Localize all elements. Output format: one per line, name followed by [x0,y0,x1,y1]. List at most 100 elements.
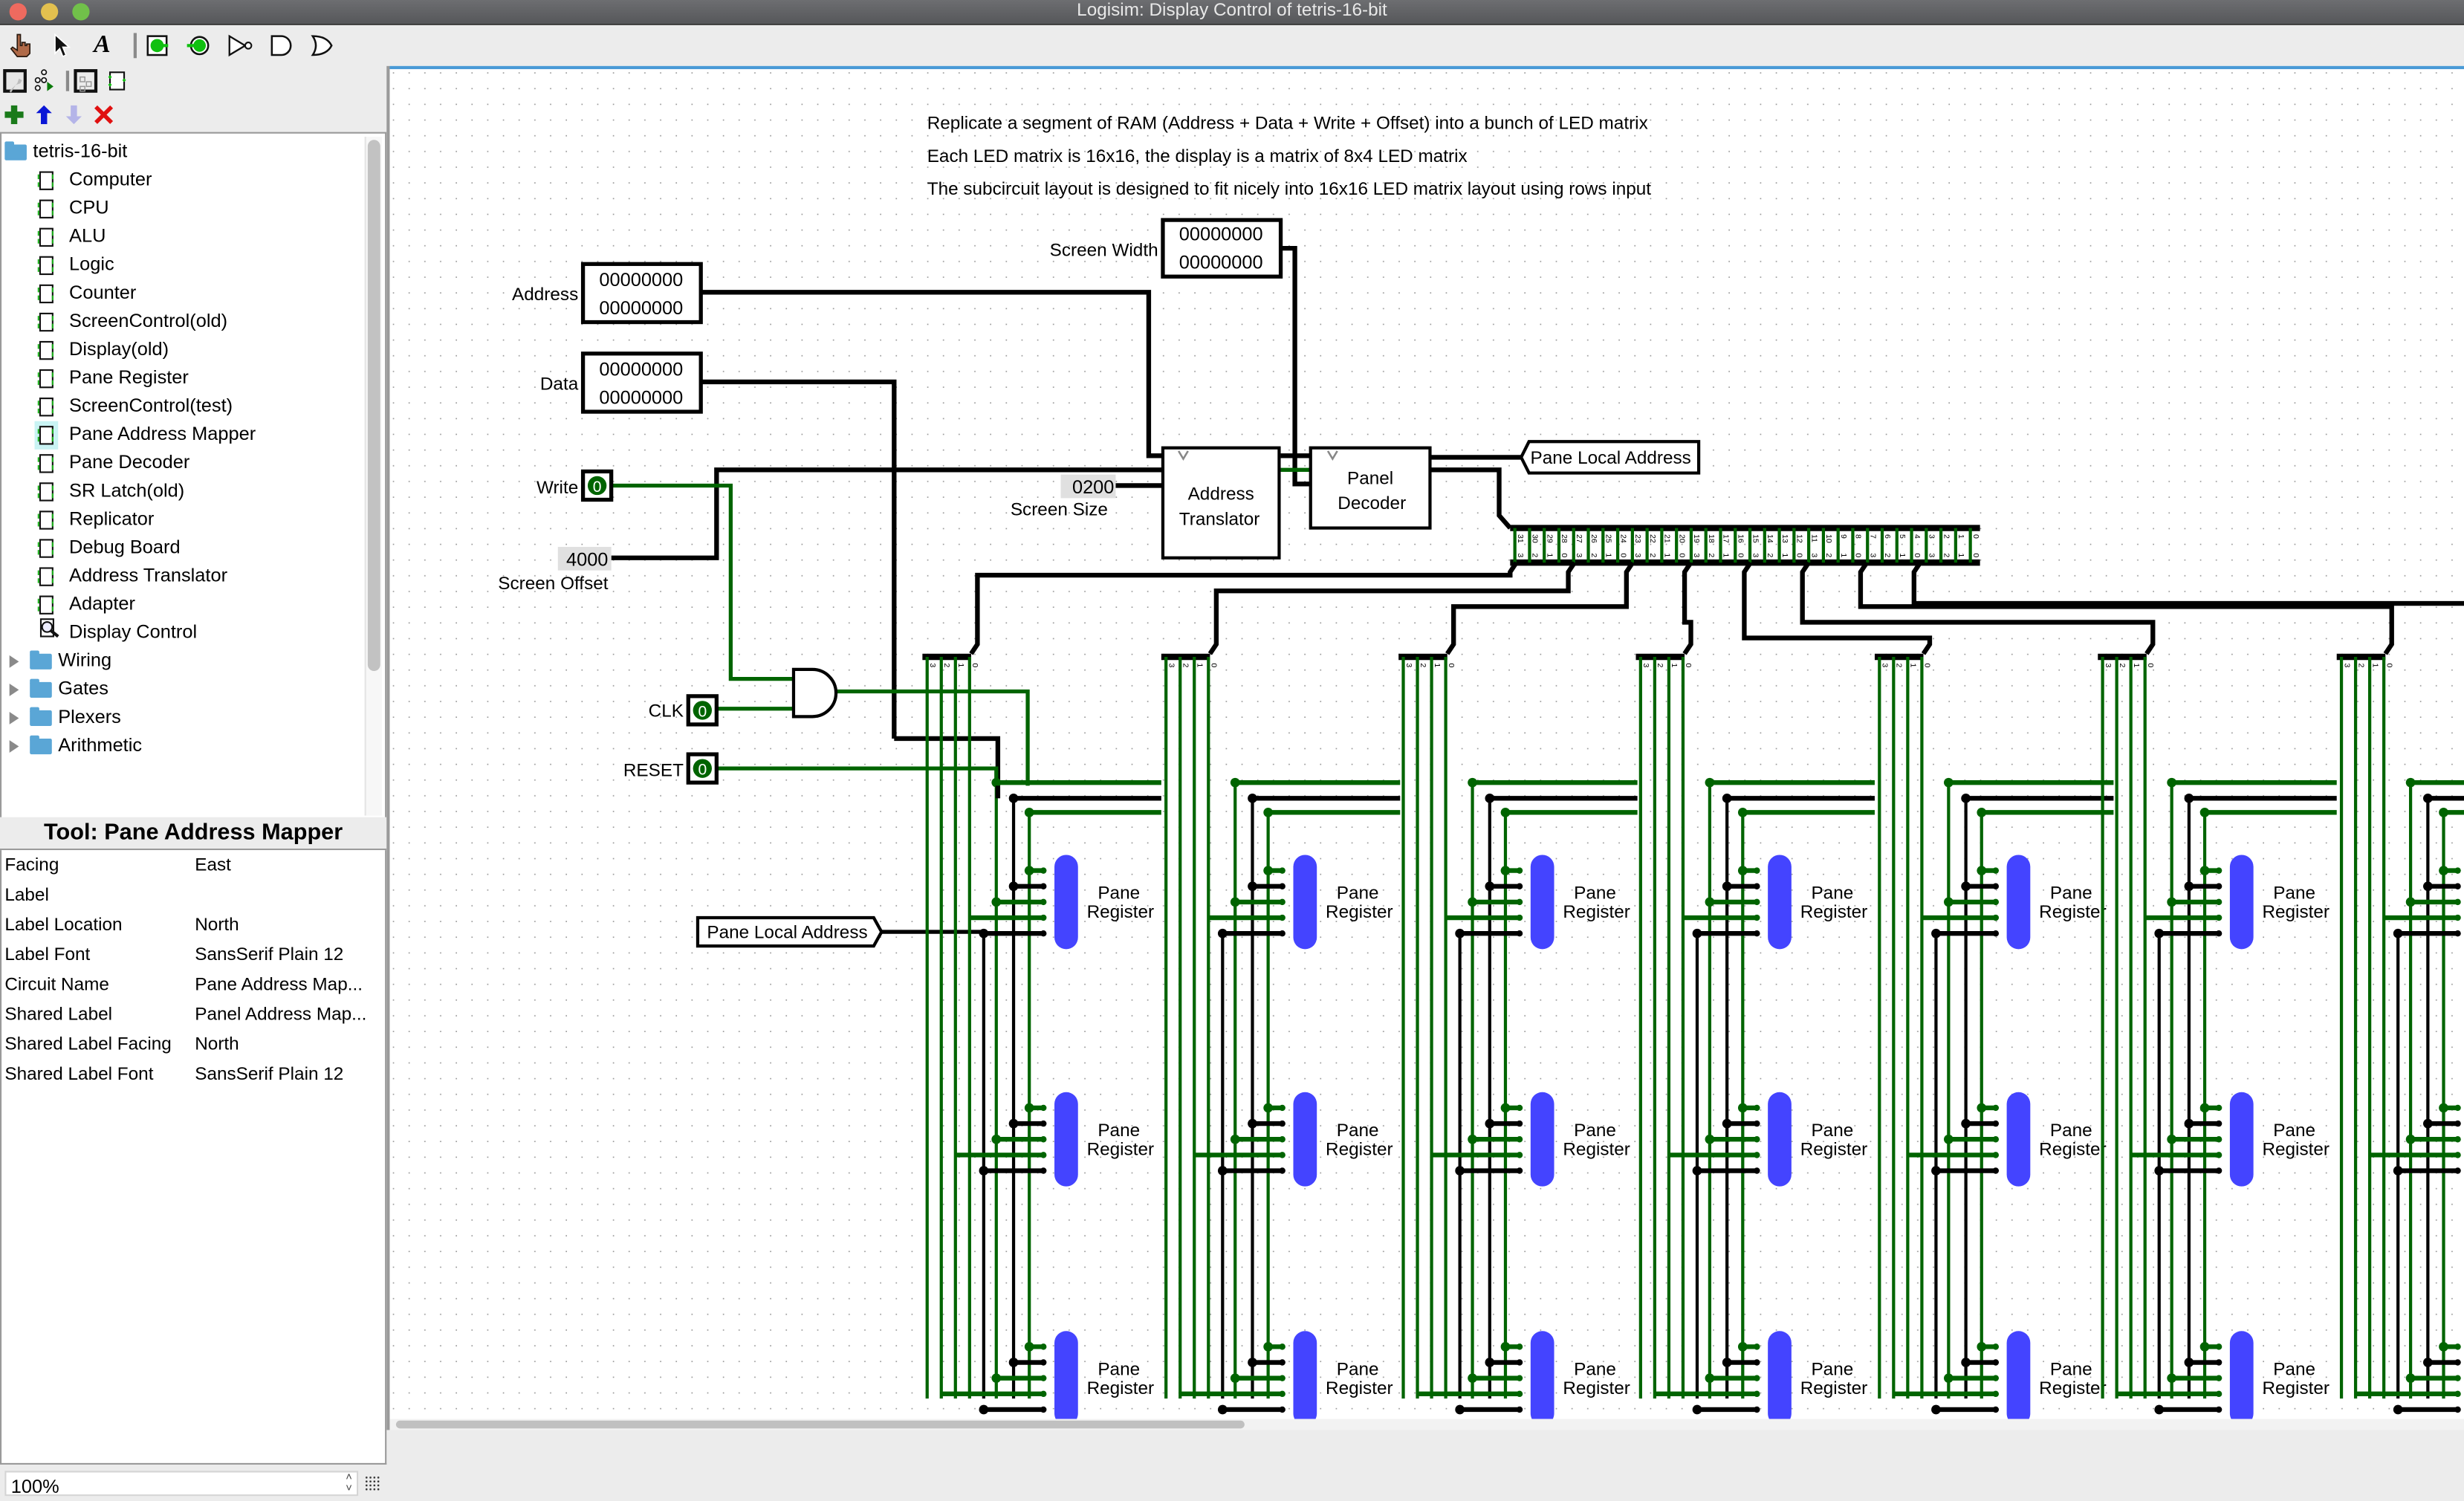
wire-junction [1217,928,1228,938]
pane-register-body[interactable] [2006,1092,2031,1187]
wire-junction [2439,1103,2448,1113]
pane-local-address-tunnel-in[interactable]: Pane Local Address [696,915,884,948]
pane-register-body[interactable] [1768,855,1792,950]
pane-register-label: Register [1326,902,1393,922]
pane-register-label: Register [2039,1139,2107,1159]
pane-register-label: Pane [2273,884,2315,904]
column-splitter-bit-label: 2 [1181,663,1190,667]
reset-label: RESET [623,761,684,781]
pane-register-body[interactable] [1768,1331,1792,1425]
register-pin [1992,914,2000,921]
wire-junction [1931,928,1941,938]
screen-width-input-pin[interactable]: 00000000 00000000 [1161,218,1283,279]
register-pin [1279,1343,1286,1350]
address-translator-label-1: Address [1188,484,1254,505]
register-pin [1754,1390,1760,1398]
splitter-bit-label: 24 [1618,534,1627,543]
wire-junction [1705,1373,1715,1384]
register-pin [1279,1104,1286,1112]
wire-junction [2154,1166,2165,1176]
pane-register-body[interactable] [1293,855,1317,950]
pane-register-body[interactable] [2229,1092,2254,1187]
write-input-pin[interactable]: 0 [580,469,614,502]
splitter-group-bit-label: 1 [1722,553,1731,557]
address-input-pin[interactable]: 00000000 00000000 [580,262,703,325]
pane-register-label: Register [2039,1378,2107,1398]
register-pin [1516,883,1523,889]
column-splitter-bit-label: 0 [1210,663,1219,667]
note-line-3: The subcircuit layout is designed to fit… [927,179,1652,199]
screen-width-value-high: 00000000 [1179,224,1263,245]
pane-register-label: Register [1800,1378,1868,1398]
splitter-group-bit-label: 0 [1913,553,1922,557]
splitter-group-bit-label: 2 [1707,553,1716,557]
register-pin [1992,898,2000,906]
pane-register-body[interactable] [1293,1092,1317,1187]
splitter-group-bit-label: 0 [1795,553,1804,557]
column-splitter-bit-label: 2 [1656,663,1664,667]
reset-input-pin[interactable]: 0 [686,752,719,785]
register-pin [2454,914,2461,921]
column-splitter-bit-label: 1 [1909,663,1918,667]
pane-register-body[interactable] [2006,1331,2031,1425]
wire-junction [1455,1166,1465,1176]
register-pin [1279,898,1286,906]
register-pin [1279,883,1286,889]
pane-register-body[interactable] [1293,1331,1317,1425]
register-pin [1992,1359,2000,1366]
wire-junction [1008,881,1019,892]
wire-junction [2393,1166,2403,1176]
clk-input-pin[interactable]: 0 [686,694,719,727]
wire-junction [1263,1342,1273,1352]
zoom-field[interactable]: 100% [4,1471,359,1497]
register-pin [1040,883,1047,889]
register-pin [1754,1136,1760,1143]
grid-toggle-icon[interactable] [364,1475,380,1491]
splitter-group-bit-label: 3 [1928,553,1936,557]
panel-decoder[interactable]: Panel Decoder [1309,446,1432,530]
pane-register-body[interactable] [1530,855,1554,950]
pane-register-body[interactable] [1768,1092,1792,1187]
zoom-stepper[interactable]: ˄ ˅ [346,1473,358,1495]
wire-junction [1248,1358,1257,1367]
pane-register-body[interactable] [2229,855,2254,950]
register-pin [1516,1390,1523,1398]
splitter-bit-label: 22 [1648,534,1657,543]
register-pin [2215,1406,2223,1413]
column-splitter-bit-label: 0 [1447,663,1456,667]
register-pin [2215,1359,2223,1366]
data-input-pin[interactable]: 00000000 00000000 [580,351,703,414]
canvas-scrollbar-thumb[interactable] [395,1420,1245,1429]
pane-local-address-tunnel-out[interactable]: Pane Local Address [1519,440,1701,475]
splitter-bit-label: 9 [1839,534,1848,539]
pane-register-body[interactable] [1054,1331,1078,1425]
and-gate[interactable] [791,667,838,719]
splitter-bit-label: 0 [1971,534,1980,539]
address-translator[interactable]: Address Translator [1161,446,1281,560]
splitter-bit-label: 6 [1883,534,1892,539]
pane-register-body[interactable] [2229,1331,2254,1425]
column-splitter-bit-label: 2 [2356,663,2365,667]
pane-register-label: Register [1087,902,1155,922]
splitter-group-bit-label: 3 [1575,553,1583,557]
wire-junction [2393,1404,2403,1415]
pane-register-body[interactable] [1530,1331,1554,1425]
pane-register-body[interactable] [1054,1092,1078,1187]
wire-junction [1263,1103,1273,1113]
pane-register-body[interactable] [1054,855,1078,950]
pane-register-body[interactable] [1530,1092,1554,1187]
canvas-horizontal-scrollbar[interactable] [389,1419,2464,1430]
write-value: 0 [593,479,602,496]
register-pin [1992,1167,2000,1174]
splitter-group-bit-label: 1 [1604,553,1613,557]
splitter-group-bit-label: 3 [1868,553,1877,557]
splitter-group-bit-label: 2 [1883,553,1892,557]
pane-register-label: Pane [1337,884,1379,904]
wire-junction [1977,1103,1987,1113]
pane-register-body[interactable] [2006,855,2031,950]
splitter-group-bit-label: 2 [1648,553,1657,557]
column-splitter-bit-label: 0 [1684,663,1693,667]
wire-junction [1722,1118,1732,1129]
pane-register-label: Pane [1574,1359,1616,1379]
register-pin [1754,930,1760,937]
